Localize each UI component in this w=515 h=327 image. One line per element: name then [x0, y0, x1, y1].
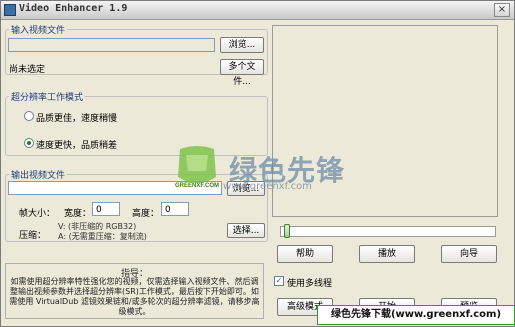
mode-speed-radio[interactable] [24, 138, 34, 148]
height-input[interactable]: 0 [161, 202, 189, 216]
multithread-checkbox[interactable]: ✓ [274, 276, 284, 286]
logo-text: GREENXF.COM [175, 183, 219, 189]
app-icon [4, 4, 16, 16]
multi-files-button[interactable]: 多个文件... [220, 59, 264, 87]
input-status-text: 尚未选定 [9, 65, 46, 75]
guide-text: 如需使用超分辨率特性强化您的视频，仅需选择输入视频文件、然后调整输出视频参数并选… [9, 277, 260, 316]
codec-select-button[interactable]: 选择... [227, 223, 265, 238]
play-button[interactable]: 播放 [359, 245, 415, 263]
title-bar: Video Enhancer 1.9 × [1, 1, 514, 20]
mode-quality-label: 品质更佳，速度稍慢 [36, 114, 118, 124]
help-button[interactable]: 帮助 [277, 245, 333, 263]
multithread-label: 使用多线程 [287, 279, 333, 289]
width-input[interactable]: 0 [92, 202, 120, 216]
greenxf-logo-icon: GREENXF.COM [175, 146, 219, 189]
mode-quality-radio[interactable] [24, 111, 34, 121]
audio-codec-text: A: (无需重压缩：复制流) [58, 232, 147, 241]
position-slider[interactable] [280, 226, 496, 237]
sr-mode-legend: 超分辨率工作模式 [11, 93, 84, 103]
input-file-legend: 输入视频文件 [11, 26, 66, 36]
app-window: Video Enhancer 1.9 × 输入视频文件 浏览... 尚未选定 多… [0, 0, 515, 327]
input-browse-button[interactable]: 浏览... [220, 37, 264, 53]
wizard-button[interactable]: 向导 [441, 245, 497, 263]
compression-label: 压缩： [19, 231, 47, 241]
mode-speed-label: 速度更快，品质稍差 [36, 141, 118, 151]
frame-size-label: 帧大小： [19, 209, 56, 219]
guide-box: 指导： 如需使用超分辨率特性强化您的视频，仅需选择输入视频文件、然后调整输出视频… [5, 263, 264, 319]
slider-thumb[interactable] [284, 224, 290, 238]
close-button[interactable]: × [494, 3, 510, 17]
download-site-banner: 绿色先锋下载(www.greenxf.com) [317, 305, 515, 325]
watermark-url: www.greenxf.com [223, 181, 312, 192]
height-label: 高度： [132, 209, 160, 219]
window-title: Video Enhancer 1.9 [19, 3, 128, 14]
width-label: 宽度： [64, 209, 92, 219]
input-file-field[interactable] [8, 38, 215, 52]
output-file-legend: 输出视频文件 [11, 171, 66, 181]
